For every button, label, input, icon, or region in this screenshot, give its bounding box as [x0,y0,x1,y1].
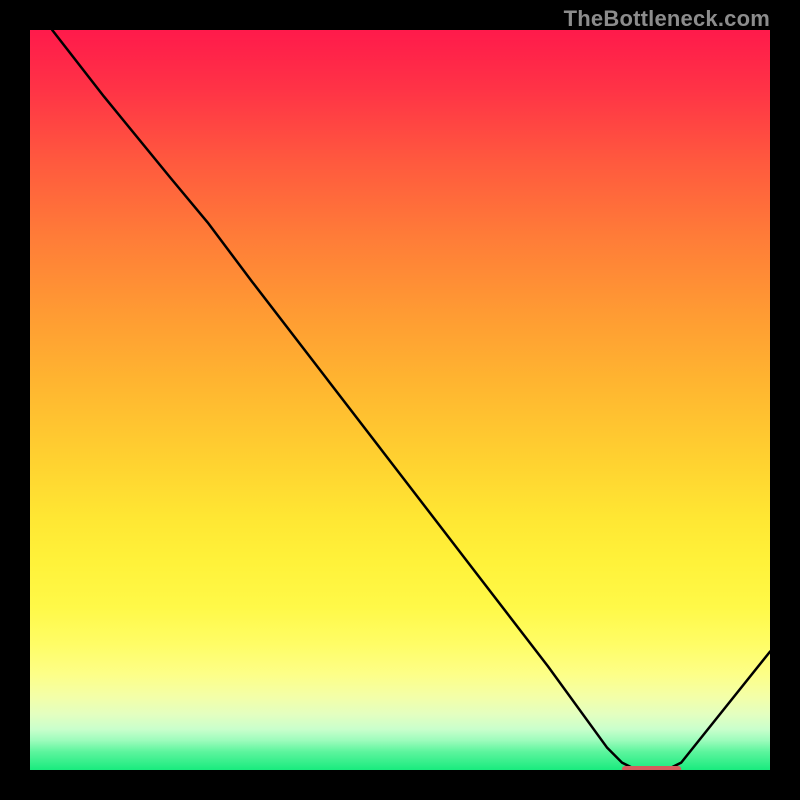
optimum-marker [622,766,681,770]
chart-frame: TheBottleneck.com [0,0,800,800]
plot-area [30,30,770,770]
curve-group [52,30,770,770]
bottleneck-curve [52,30,770,770]
attribution-text: TheBottleneck.com [564,6,770,32]
chart-svg [30,30,770,770]
